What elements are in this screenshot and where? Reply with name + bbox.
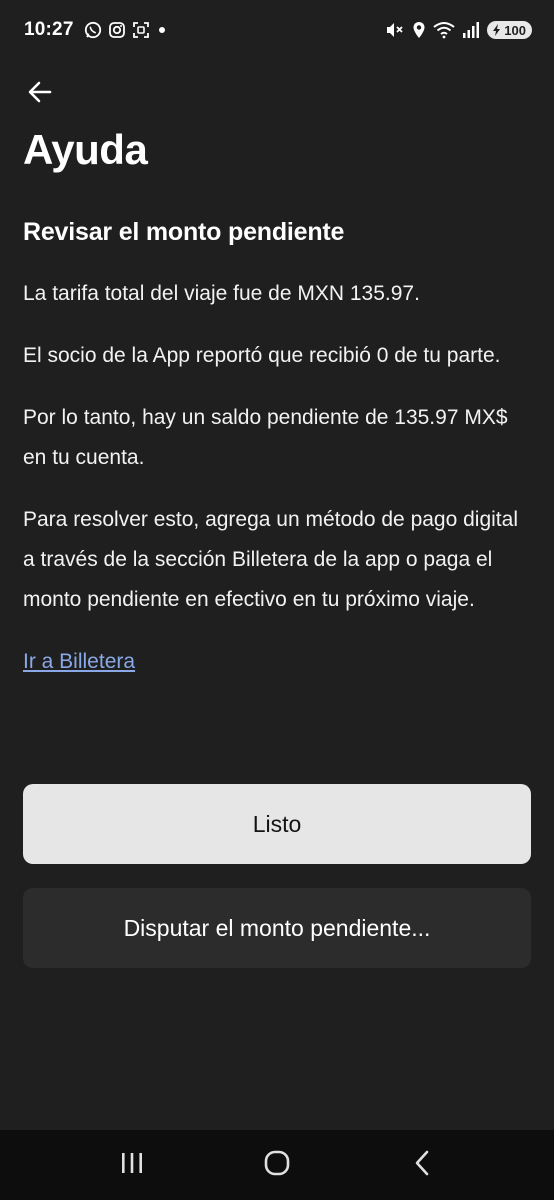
- screenshot-icon: [132, 21, 150, 39]
- dot-icon: [156, 24, 168, 36]
- back-nav-button[interactable]: [392, 1135, 452, 1195]
- wallet-link[interactable]: Ir a Billetera: [23, 642, 135, 682]
- instagram-icon: [108, 21, 126, 39]
- help-screen: 10:27 100 Ayuda Revisar el monto pendien…: [0, 0, 554, 1200]
- balance-text: Por lo tanto, hay un saldo pendiente de …: [23, 406, 508, 469]
- home-button[interactable]: [247, 1135, 307, 1195]
- signal-icon: [462, 21, 480, 39]
- location-icon: [412, 21, 426, 39]
- status-left: 10:27: [24, 19, 168, 41]
- resolve-text: Para resolver esto, agrega un método de …: [23, 508, 518, 611]
- battery-icon: 100: [487, 21, 532, 39]
- back-button[interactable]: [22, 76, 58, 112]
- navigation-bar: [0, 1130, 554, 1200]
- battery-level: 100: [504, 22, 526, 38]
- driver-report-text: El socio de la App reportó que recibió 0…: [23, 344, 501, 367]
- wifi-icon: [433, 21, 455, 39]
- page-title: Ayuda: [23, 126, 148, 173]
- fare-text: La tarifa total del viaje fue de MXN 135…: [23, 282, 420, 305]
- whatsapp-icon: [84, 21, 102, 39]
- section-title: Revisar el monto pendiente: [23, 218, 345, 246]
- arrow-left-icon: [25, 77, 55, 112]
- status-right: 100: [385, 21, 532, 39]
- done-button[interactable]: Listo: [23, 784, 531, 864]
- recent-apps-button[interactable]: [102, 1135, 162, 1195]
- back-nav-icon: [412, 1150, 432, 1181]
- content: Revisar el monto pendiente La tarifa tot…: [23, 212, 535, 682]
- status-bar: 10:27 100: [0, 0, 554, 60]
- home-icon: [263, 1149, 291, 1182]
- dispute-button[interactable]: Disputar el monto pendiente...: [23, 888, 531, 968]
- mute-icon: [385, 21, 405, 39]
- recent-apps-icon: [119, 1151, 145, 1180]
- status-time: 10:27: [24, 19, 74, 40]
